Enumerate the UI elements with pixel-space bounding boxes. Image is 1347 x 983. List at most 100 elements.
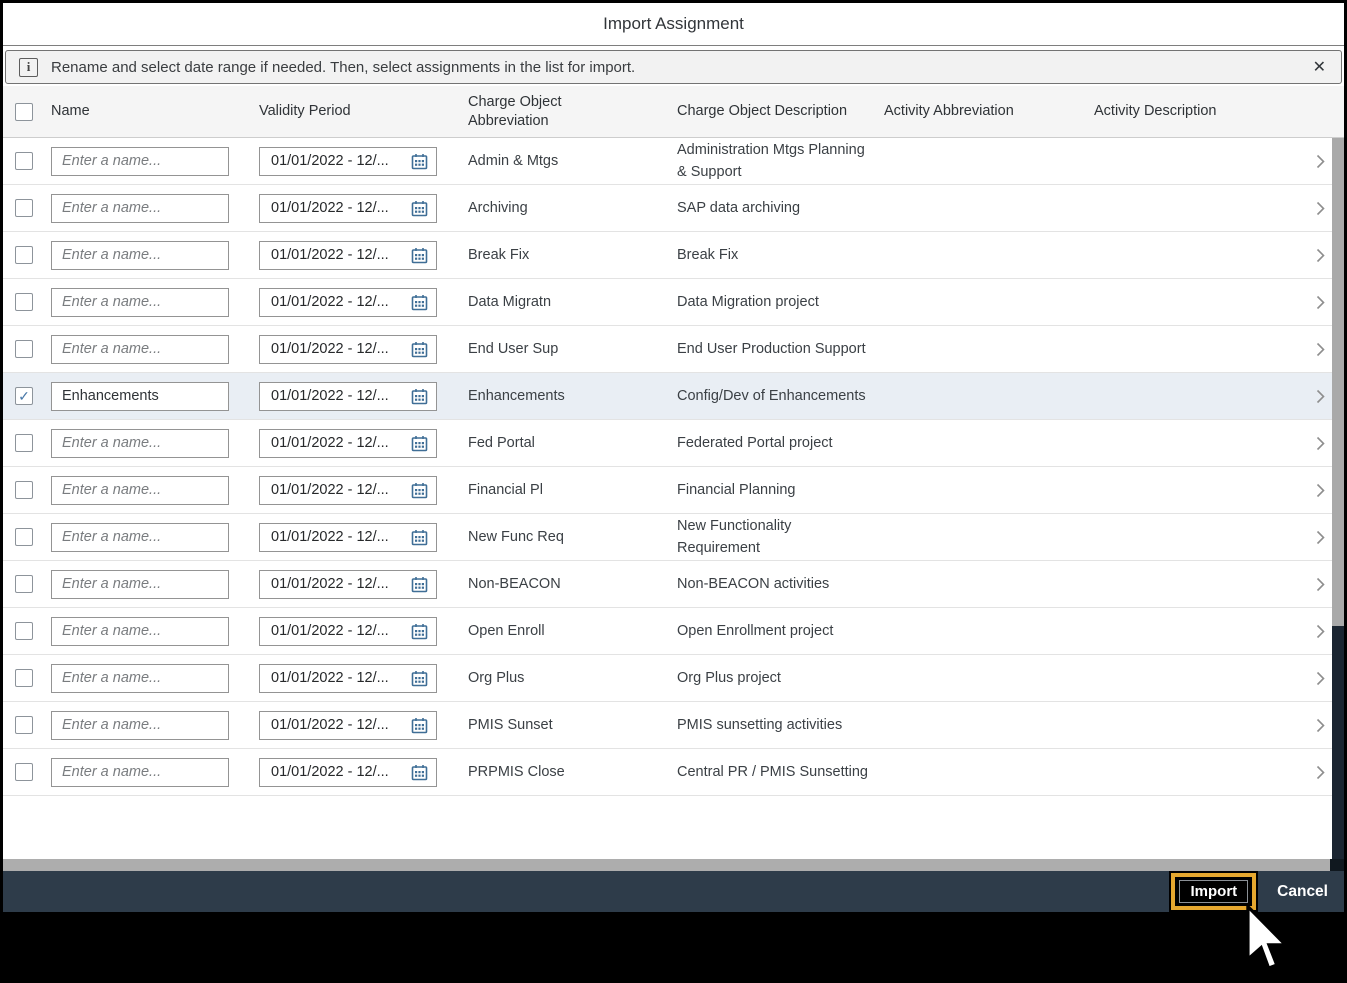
calendar-icon[interactable] [411,294,428,311]
chevron-right-icon[interactable] [1316,436,1325,451]
calendar-icon[interactable] [411,341,428,358]
validity-period-field[interactable]: 01/01/2022 - 12/... [259,476,437,505]
table-row[interactable]: 01/01/2022 - 12/... Data Migratn Data Mi… [3,279,1344,326]
select-all-checkbox[interactable] [15,103,33,121]
chevron-right-icon[interactable] [1316,671,1325,686]
table-row[interactable]: 01/01/2022 - 12/... PRPMIS Close Central… [3,749,1344,796]
name-input[interactable] [51,241,229,270]
name-input[interactable] [51,147,229,176]
chevron-right-icon[interactable] [1316,483,1325,498]
row-checkbox[interactable] [15,434,33,452]
validity-period-field[interactable]: 01/01/2022 - 12/... [259,335,437,364]
row-checkbox[interactable]: ✓ [15,387,33,405]
chevron-right-icon[interactable] [1316,577,1325,592]
name-input[interactable] [51,711,229,740]
chevron-right-icon[interactable] [1316,154,1325,169]
calendar-icon[interactable] [411,670,428,687]
calendar-icon[interactable] [411,717,428,734]
row-checkbox[interactable] [15,293,33,311]
row-checkbox[interactable] [15,246,33,264]
name-input[interactable] [51,617,229,646]
chevron-right-icon[interactable] [1316,718,1325,733]
name-input[interactable] [51,758,229,787]
chevron-right-icon[interactable] [1316,201,1325,216]
validity-period-value: 01/01/2022 - 12/... [271,435,389,451]
charge-object-abbreviation: Open Enroll [468,620,677,642]
table-row[interactable]: 01/01/2022 - 12/... PMIS Sunset PMIS sun… [3,702,1344,749]
cancel-button[interactable]: Cancel [1271,882,1334,902]
name-input[interactable] [51,476,229,505]
horizontal-scrollbar[interactable] [3,859,1344,871]
table-row[interactable]: 01/01/2022 - 12/... Archiving SAP data a… [3,185,1344,232]
chevron-right-icon[interactable] [1316,765,1325,780]
calendar-icon[interactable] [411,388,428,405]
row-checkbox[interactable] [15,152,33,170]
horizontal-scrollbar-thumb[interactable] [3,859,1330,871]
charge-object-description: End User Production Support [677,338,884,360]
table-row[interactable]: 01/01/2022 - 12/... Non-BEACON Non-BEACO… [3,561,1344,608]
calendar-icon[interactable] [411,764,428,781]
calendar-icon[interactable] [411,623,428,640]
vertical-scrollbar-thumb[interactable] [1332,138,1344,626]
table-row[interactable]: 01/01/2022 - 12/... Break Fix Break Fix [3,232,1344,279]
name-input[interactable] [51,664,229,693]
row-checkbox[interactable] [15,340,33,358]
chevron-right-icon[interactable] [1316,389,1325,404]
validity-period-field[interactable]: 01/01/2022 - 12/... [259,194,437,223]
name-input[interactable] [51,288,229,317]
row-checkbox[interactable] [15,481,33,499]
chevron-right-icon[interactable] [1316,295,1325,310]
calendar-icon[interactable] [411,529,428,546]
table-row[interactable]: 01/01/2022 - 12/... Admin & Mtgs Adminis… [3,138,1344,185]
calendar-icon[interactable] [411,482,428,499]
name-input[interactable] [51,194,229,223]
row-checkbox[interactable] [15,199,33,217]
validity-period-field[interactable]: 01/01/2022 - 12/... [259,147,437,176]
name-input[interactable] [51,429,229,458]
table-row[interactable]: ✓ 01/01/2022 - 12/... Enhancements Confi… [3,373,1344,420]
validity-period-field[interactable]: 01/01/2022 - 12/... [259,429,437,458]
row-checkbox[interactable] [15,575,33,593]
row-checkbox[interactable] [15,669,33,687]
charge-object-description: Administration Mtgs Planning & Support [677,139,884,183]
chevron-right-icon[interactable] [1316,624,1325,639]
mouse-cursor [1243,903,1289,976]
row-checkbox[interactable] [15,528,33,546]
table-row[interactable]: 01/01/2022 - 12/... New Func Req New Fun… [3,514,1344,561]
chevron-right-icon[interactable] [1316,248,1325,263]
calendar-icon[interactable] [411,200,428,217]
import-button[interactable]: Import [1179,880,1248,903]
validity-period-field[interactable]: 01/01/2022 - 12/... [259,570,437,599]
validity-period-field[interactable]: 01/01/2022 - 12/... [259,664,437,693]
validity-period-field[interactable]: 01/01/2022 - 12/... [259,523,437,552]
vertical-scrollbar[interactable] [1332,138,1344,859]
row-checkbox[interactable] [15,622,33,640]
calendar-icon[interactable] [411,435,428,452]
chevron-right-icon[interactable] [1316,342,1325,357]
name-input[interactable] [51,335,229,364]
row-checkbox[interactable] [15,763,33,781]
validity-period-field[interactable]: 01/01/2022 - 12/... [259,241,437,270]
calendar-icon[interactable] [411,576,428,593]
table-row[interactable]: 01/01/2022 - 12/... End User Sup End Use… [3,326,1344,373]
name-input[interactable] [51,382,229,411]
row-checkbox[interactable] [15,716,33,734]
name-input[interactable] [51,570,229,599]
calendar-icon[interactable] [411,247,428,264]
validity-period-field[interactable]: 01/01/2022 - 12/... [259,382,437,411]
validity-period-field[interactable]: 01/01/2022 - 12/... [259,711,437,740]
table-row[interactable]: 01/01/2022 - 12/... Open Enroll Open Enr… [3,608,1344,655]
chevron-right-icon[interactable] [1316,530,1325,545]
table-row[interactable]: 01/01/2022 - 12/... Fed Portal Federated… [3,420,1344,467]
name-input[interactable] [51,523,229,552]
validity-period-field[interactable]: 01/01/2022 - 12/... [259,617,437,646]
charge-object-description: Federated Portal project [677,432,884,454]
calendar-icon[interactable] [411,153,428,170]
validity-period-field[interactable]: 01/01/2022 - 12/... [259,758,437,787]
validity-period-field[interactable]: 01/01/2022 - 12/... [259,288,437,317]
charge-object-abbreviation: Org Plus [468,667,677,689]
footer-bar: Import Cancel [3,871,1344,912]
table-row[interactable]: 01/01/2022 - 12/... Org Plus Org Plus pr… [3,655,1344,702]
table-row[interactable]: 01/01/2022 - 12/... Financial Pl Financi… [3,467,1344,514]
close-icon[interactable]: ✕ [1311,57,1328,77]
